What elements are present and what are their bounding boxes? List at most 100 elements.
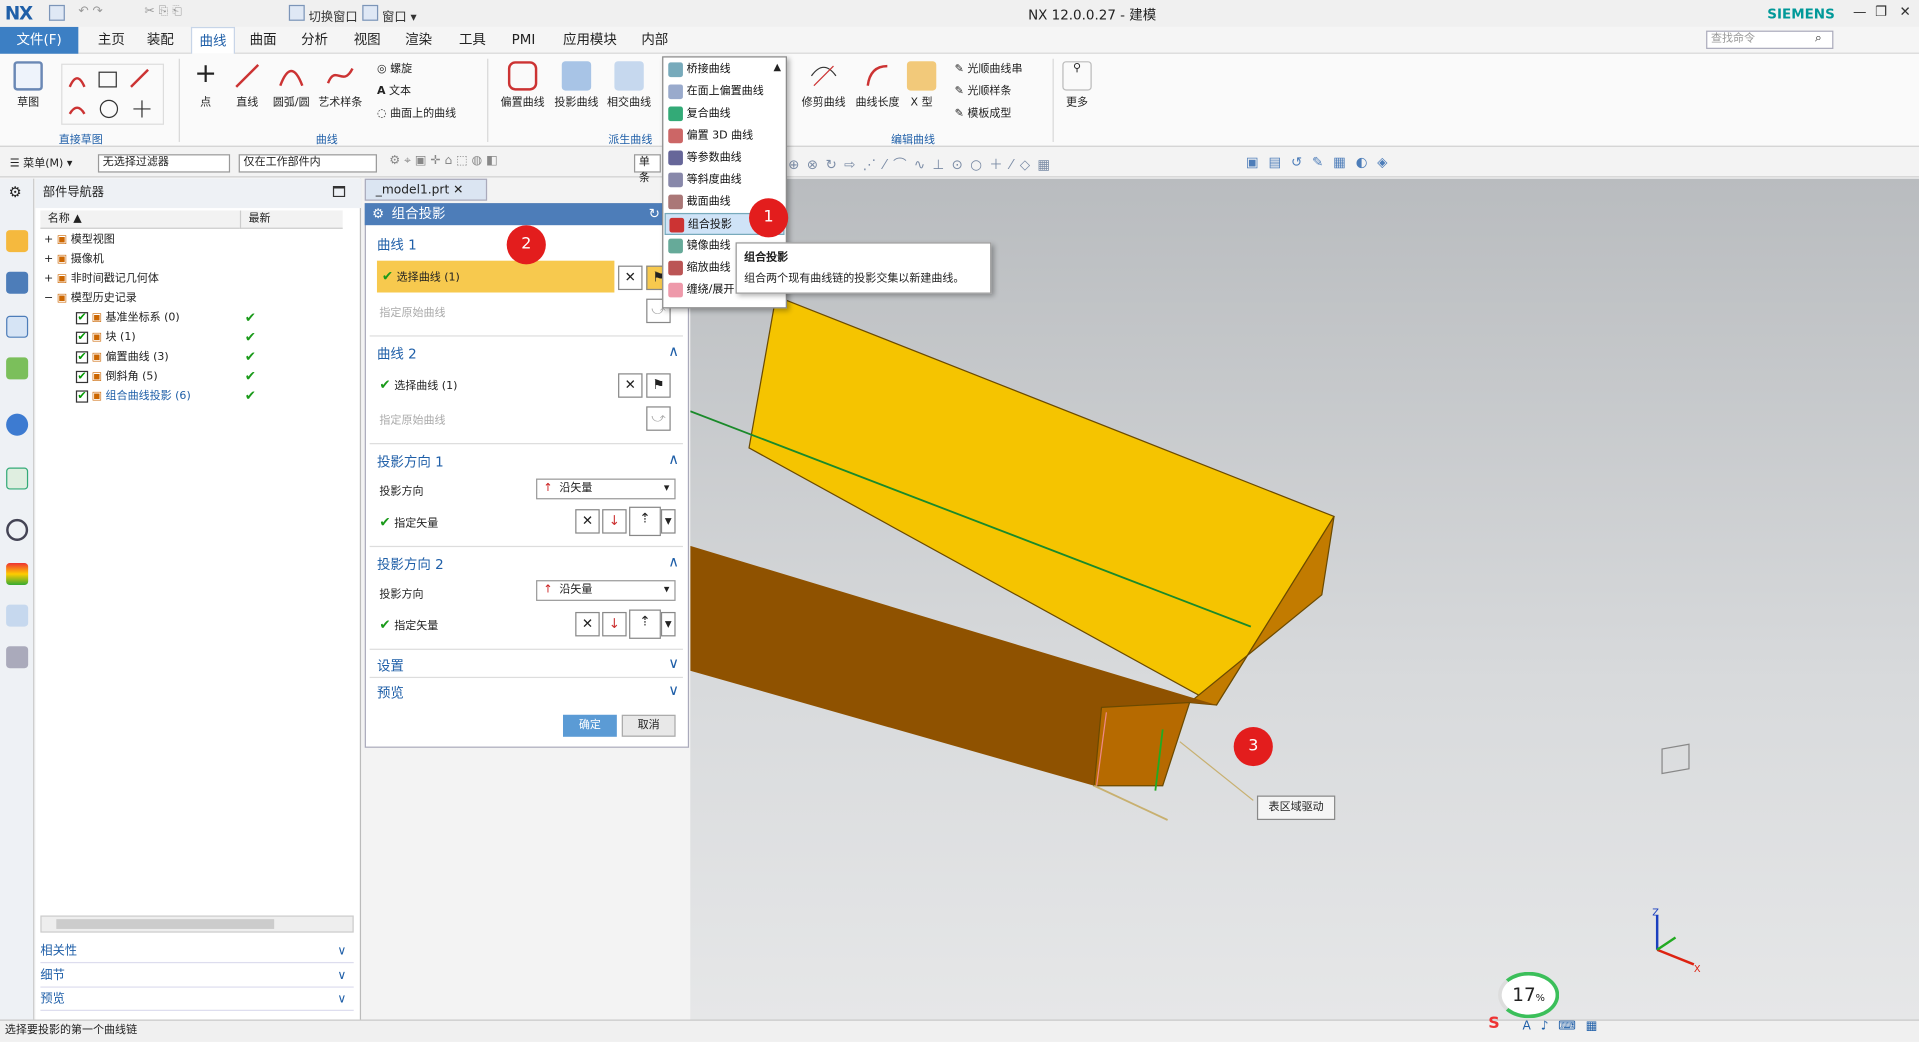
expand-icon[interactable]: − [44,293,57,305]
tab-applications[interactable]: 应用模块 [556,27,625,54]
tab-surface[interactable]: 曲面 [242,27,284,54]
graphics-window[interactable]: Z X [689,178,1919,1020]
column-latest[interactable]: 最新 [239,210,343,229]
vector1-dropdown[interactable]: ▾ [660,509,676,534]
file-tab[interactable]: _model1.prt ✕ [364,178,488,201]
expand-preview-icon[interactable]: ∨ [668,682,679,699]
section-details[interactable]: 细节 ∨ [40,966,354,988]
curve-rule-select[interactable]: 单条 [633,154,661,185]
dropdown-item[interactable]: 复合曲线 [665,103,785,125]
select-curve2-field[interactable]: ✔ 选择曲线 (1) [379,377,457,393]
vector2-inferred-button[interactable]: ↓ [602,611,627,637]
expand-icon[interactable]: + [44,234,57,246]
hd3d-icon[interactable] [6,413,29,436]
ime-toolbar-icons[interactable]: A♪⌨▦ [1523,1020,1608,1033]
helix-button[interactable]: ◎ 螺旋 [377,59,412,81]
dropdown-item[interactable]: 在面上偏置曲线 [665,81,785,103]
navigator-row[interactable]: ✔ ▣ 块 (1) ✔ [44,328,350,348]
tab-analysis[interactable]: 分析 [294,27,336,54]
offset-curve-button[interactable]: 偏置曲线 [497,61,548,109]
window-menu-button[interactable]: 窗口 ▾ [362,4,417,24]
proj-dir1-select[interactable]: ↑ 沿矢量 ▾ [536,478,676,500]
dropdown-item[interactable]: 等斜度曲线 [665,169,785,191]
reuse-library-icon[interactable] [6,357,29,380]
dropdown-item[interactable]: 偏置 3D 曲线 [665,125,785,147]
vector2-constructor-button[interactable]: ⇡ [629,609,661,639]
section-curve2-title[interactable]: 曲线 2 [377,344,417,364]
navigator-row[interactable]: ✔ ▣ 基准坐标系 (0) ✔ [44,308,350,328]
intersect-curve-button[interactable]: 相交曲线 [603,61,654,109]
tab-home[interactable]: 主页 [91,27,133,54]
scope-select[interactable]: 仅在工作部件内 [238,154,377,173]
visibility-checkbox[interactable]: ✔ [75,350,89,363]
section-preview[interactable]: 预览 ∨ [40,989,354,1011]
close-icon[interactable]: ✕ [1899,4,1910,20]
x-form-button[interactable]: X 型 [903,61,940,109]
tab-internal[interactable]: 内部 [634,27,676,54]
search-icon[interactable]: ⌕ [1815,32,1822,45]
expand-icon[interactable]: + [44,273,57,285]
art-spline-button[interactable]: 艺术样条 [316,61,365,109]
select-curve1-field[interactable]: ✔ 选择曲线 (1) [376,260,615,293]
section-curve1-title[interactable]: 曲线 1 [377,235,417,255]
navigator-row[interactable]: + ▣ 摄像机 [44,250,350,270]
navigator-row[interactable]: ✔ ▣ 组合曲线投影 (6) ✔ [44,387,350,407]
navigator-row[interactable]: − ▣ 模型历史记录 [44,289,350,309]
type-filter-select[interactable]: 无选择过滤器 [97,154,231,173]
template-forming-button[interactable]: ✎ 模板成型 [955,103,1012,125]
vector1-constructor-button[interactable]: ⇡ [629,506,661,537]
dropdown-item[interactable]: 桥接曲线 [665,59,785,81]
tab-pmi[interactable]: PMI [504,27,542,54]
gear-icon[interactable]: ⚙ [9,184,22,201]
collapse-curve2-icon[interactable]: ∧ [668,343,679,360]
vector2-dropdown[interactable]: ▾ [660,611,676,637]
sketch-button[interactable]: 草图 [7,61,49,109]
menu-scroll-up-icon[interactable]: ▲ [774,61,782,72]
more-button[interactable]: ⚲ 更多 [1060,61,1094,109]
cancel-button[interactable]: 取消 [621,714,676,737]
smooth-spline-button[interactable]: ✎ 光顺样条 [955,81,1012,103]
text-button[interactable]: A 文本 [377,81,411,103]
section-settings[interactable]: 设置 [377,656,404,676]
navigator-row[interactable]: + ▣ 模型视图 [44,230,350,250]
menu-button[interactable]: ☰ 菜单(M) ▾ [10,154,73,170]
direct-sketch-gallery[interactable] [61,63,165,125]
dialog-gear-icon[interactable]: ⚙ [372,206,384,222]
assembly-navigator-icon[interactable] [6,230,29,253]
collapse-dir2-icon[interactable]: ∧ [668,553,679,570]
trim-curve-button[interactable]: 修剪曲线 [798,61,849,109]
save-icon[interactable] [48,4,65,22]
history-icon[interactable] [6,518,29,541]
cut-copy-paste-icons[interactable]: ✂ ⎘ ⎗ [144,5,182,22]
maximize-panel-icon[interactable] [332,186,346,198]
switch-window-button[interactable]: 切换窗口 [288,4,358,24]
visibility-checkbox[interactable]: ✔ [75,370,89,383]
tab-tools[interactable]: 工具 [452,27,494,54]
system-scene-icon[interactable] [6,604,29,627]
undo-icon[interactable]: ↶ ↷ [78,5,102,22]
ok-button[interactable]: 确定 [562,714,617,737]
curve2-flag-button[interactable]: ⚑ [646,373,671,398]
curve-on-surface-button[interactable]: ◌ 曲面上的曲线 [377,103,456,125]
navigator-scrollbar[interactable] [40,915,354,933]
expand-settings-icon[interactable]: ∨ [668,655,679,672]
proj-dir2-select[interactable]: ↑ 沿矢量 ▾ [536,580,676,601]
visibility-checkbox[interactable]: ✔ [75,389,89,403]
vector1-reverse-button[interactable]: ✕ [575,509,600,534]
part-navigator-icon[interactable] [6,315,29,338]
vector1-inferred-button[interactable]: ↓ [602,509,627,534]
tab-curve[interactable]: 曲线 [190,26,235,54]
tab-file[interactable]: 文件(F) [0,26,79,54]
selection-tools-icons[interactable]: ⚙ ⌖ ▣ ✛ ⌂ ⬚ ◍ ◧ [389,154,658,172]
section-dependencies[interactable]: 相关性 ∨ [40,941,354,964]
project-curve-button[interactable]: 投影曲线 [551,61,602,109]
visibility-checkbox[interactable]: ✔ [75,331,89,344]
vector2-reverse-button[interactable]: ✕ [575,611,600,637]
column-name[interactable]: 名称 ▲ [40,210,240,229]
line-button[interactable]: 直线 [230,61,264,109]
collapse-dir1-icon[interactable]: ∧ [668,450,679,467]
palette-icon[interactable] [6,562,29,586]
section-dir2-title[interactable]: 投影方向 2 [377,554,444,574]
visibility-checkbox[interactable]: ✔ [75,311,89,324]
web-browser-icon[interactable] [6,467,29,490]
